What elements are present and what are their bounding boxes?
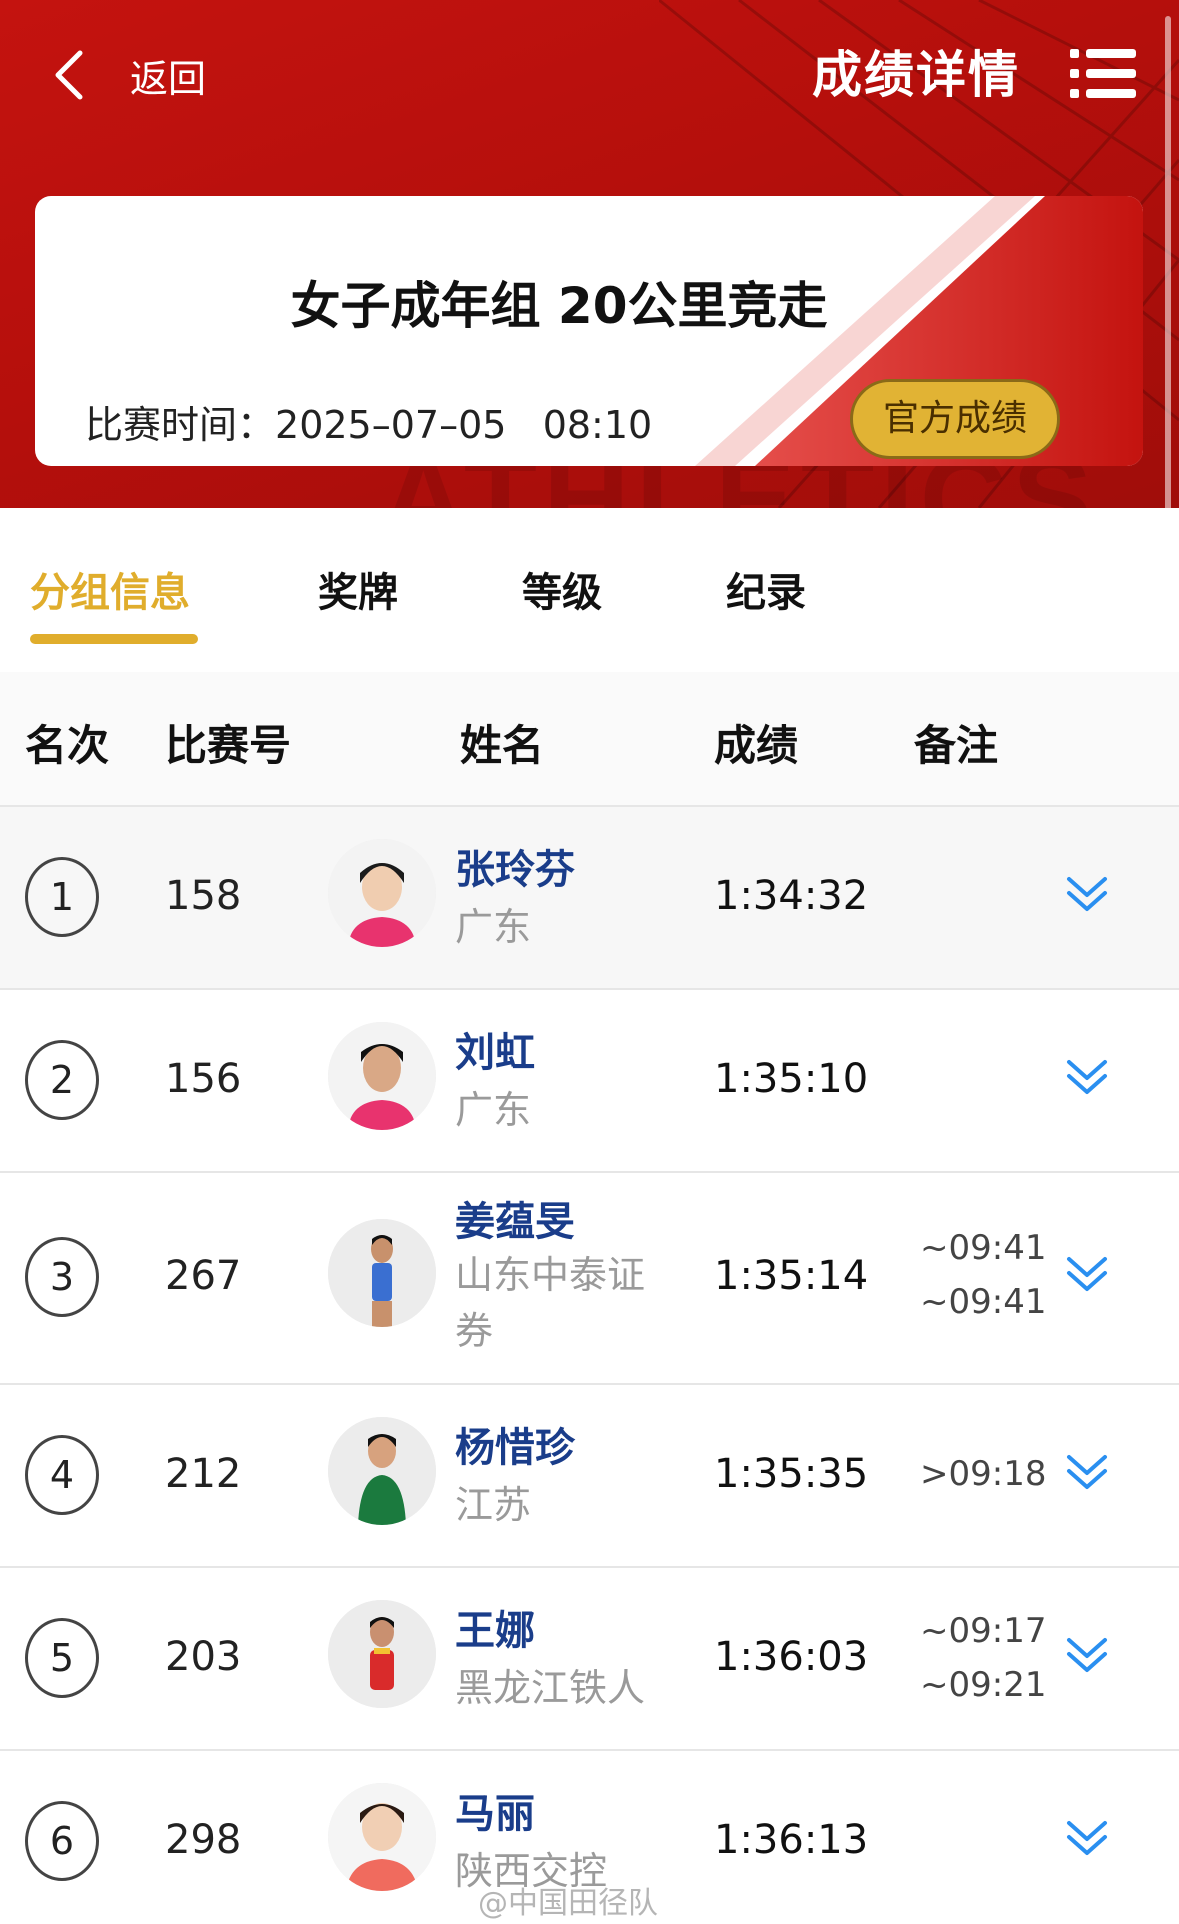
event-clock: 08:10 — [542, 403, 653, 447]
rank-badge: 1 — [25, 857, 99, 937]
avatar — [328, 1600, 436, 1708]
table-row[interactable]: 4 212 杨惜珍 江苏 1:35:35 >09:18 — [0, 1385, 1179, 1568]
active-tab-indicator — [30, 634, 198, 644]
avatar — [328, 1022, 436, 1130]
double-chevron-down-icon[interactable] — [1065, 875, 1109, 915]
page-title: 成绩详情 — [812, 46, 1020, 104]
note-split-1: ~09:41 — [920, 1228, 1047, 1268]
event-time-label: 比赛时间： — [85, 403, 276, 447]
athlete-name: 王娜 — [455, 1608, 535, 1654]
athlete-name: 杨惜珍 — [455, 1425, 575, 1471]
table-header: 名次 比赛号 姓名 成绩 备注 — [0, 672, 1179, 807]
avatar — [328, 1417, 436, 1525]
rank-badge: 5 — [25, 1618, 99, 1698]
rank-badge: 2 — [25, 1040, 99, 1120]
athlete-team: 广东 — [455, 905, 532, 949]
rank-badge: 4 — [25, 1435, 99, 1515]
athlete-name: 马丽 — [455, 1791, 535, 1837]
athlete-name: 张玲芬 — [455, 847, 575, 893]
weibo-watermark: @中国田径队 — [478, 1886, 658, 1921]
header-banner: ATHLETICS 返回 成绩详情 女子成年组 20公里竞走 比赛时间：2025… — [0, 0, 1179, 508]
event-date: 2025–07–05 — [275, 403, 507, 447]
athlete-team: 广东 — [455, 1088, 532, 1132]
event-time: 比赛时间：2025–07–05 08:10 — [85, 394, 652, 449]
note-split-1: ~09:17 — [920, 1611, 1047, 1651]
scrollbar[interactable] — [1165, 16, 1171, 508]
athlete-name: 刘虹 — [455, 1030, 535, 1076]
double-chevron-down-icon[interactable] — [1065, 1255, 1109, 1295]
note-split-2: ~09:21 — [920, 1665, 1047, 1705]
table-row[interactable]: 5 203 王娜 黑龙江铁人 1:36:03 ~09:17 ~09:21 — [0, 1568, 1179, 1751]
avatar — [328, 1783, 436, 1891]
result-time: 1:35:14 — [714, 1253, 869, 1299]
bib-number: 212 — [165, 1451, 242, 1497]
chevron-left-icon — [55, 50, 83, 100]
tab-medals[interactable]: 奖牌 — [318, 560, 398, 618]
table-row[interactable]: 1 158 张玲芬 广东 1:34:32 — [0, 807, 1179, 990]
header-result: 成绩 — [714, 721, 799, 770]
tab-group-info[interactable]: 分组信息 — [30, 560, 190, 618]
athlete-team: 江苏 — [455, 1483, 532, 1527]
tab-records[interactable]: 纪录 — [726, 560, 806, 618]
bib-number: 156 — [165, 1056, 242, 1102]
event-title: 女子成年组 20公里竞走 — [290, 277, 828, 335]
result-time: 1:35:35 — [714, 1451, 869, 1497]
note-split-2: ~09:41 — [920, 1282, 1047, 1322]
bib-number: 158 — [165, 873, 242, 919]
athlete-team: 山东中泰证券 — [455, 1253, 646, 1353]
back-label: 返回 — [130, 56, 207, 101]
rank-badge: 6 — [25, 1801, 99, 1881]
bib-number: 203 — [165, 1634, 242, 1680]
result-time: 1:36:13 — [714, 1817, 869, 1863]
result-time: 1:34:32 — [714, 873, 869, 919]
double-chevron-down-icon[interactable] — [1065, 1636, 1109, 1676]
athlete-team: 黑龙江铁人 — [455, 1666, 646, 1710]
double-chevron-down-icon[interactable] — [1065, 1453, 1109, 1493]
note-split-1: >09:18 — [920, 1454, 1047, 1494]
athlete-name: 姜蕴旻 — [455, 1199, 575, 1245]
rank-badge: 3 — [25, 1237, 99, 1317]
bib-number: 298 — [165, 1817, 242, 1863]
avatar — [328, 839, 436, 947]
result-time: 1:36:03 — [714, 1634, 869, 1680]
table-row[interactable]: 3 267 姜蕴旻 山东中泰证券 1:35:14 ~09:41 ~09:41 — [0, 1173, 1179, 1385]
official-results-button[interactable]: 官方成绩 — [850, 379, 1060, 459]
back-button[interactable]: 返回 — [50, 40, 206, 110]
header-bib: 比赛号 — [165, 721, 292, 770]
table-row[interactable]: 2 156 刘虹 广东 1:35:10 — [0, 990, 1179, 1173]
bib-number: 267 — [165, 1253, 242, 1299]
double-chevron-down-icon[interactable] — [1065, 1058, 1109, 1098]
header-rank: 名次 — [25, 721, 110, 770]
avatar — [328, 1219, 436, 1327]
tab-levels[interactable]: 等级 — [522, 560, 602, 618]
header-name: 姓名 — [460, 721, 545, 770]
header-notes: 备注 — [914, 721, 999, 770]
event-card: 女子成年组 20公里竞走 比赛时间：2025–07–05 08:10 官方成绩 — [35, 196, 1143, 466]
result-time: 1:35:10 — [714, 1056, 869, 1102]
tab-bar: 分组信息 奖牌 等级 纪录 — [0, 508, 1179, 672]
list-menu-icon[interactable] — [1070, 45, 1136, 101]
double-chevron-down-icon[interactable] — [1065, 1819, 1109, 1859]
